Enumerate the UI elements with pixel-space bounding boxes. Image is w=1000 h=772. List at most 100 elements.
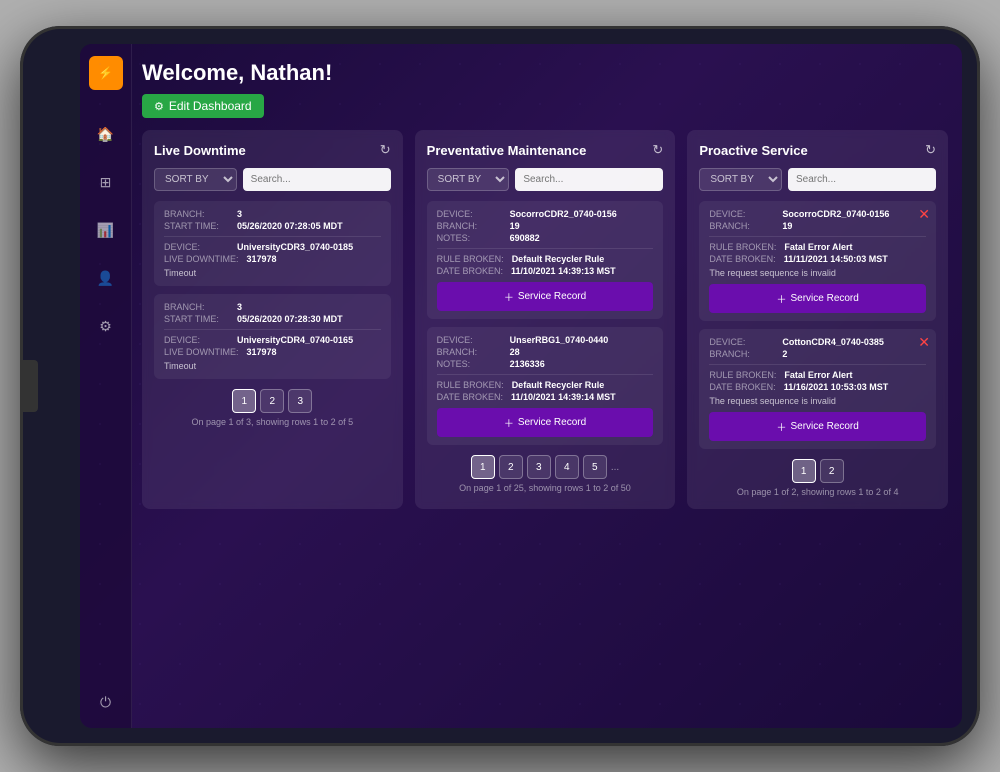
pm-record-2: DEVICE: UnserRBG1_0740-0440 BRANCH: 28 N… [427, 327, 664, 445]
ps-refresh-icon[interactable]: ↻ [925, 142, 936, 158]
live-downtime-panel: Live Downtime ↻ SORT BY BRANCH: 3 [142, 130, 403, 509]
pm-refresh-icon[interactable]: ↻ [652, 142, 663, 158]
ps-plus-icon-1: ＋ [776, 291, 786, 306]
pm-device-label-2: DEVICE: [437, 335, 502, 345]
dashboard-grid: Live Downtime ↻ SORT BY BRANCH: 3 [142, 130, 948, 509]
app-logo: ⚡ [89, 56, 123, 90]
ps-filter-row: SORT BY [699, 168, 936, 191]
live-downtime-refresh-icon[interactable]: ↻ [380, 142, 391, 158]
pm-page-btn-1[interactable]: 1 [471, 455, 495, 479]
pm-page-btn-2[interactable]: 2 [499, 455, 523, 479]
pm-service-btn-2[interactable]: ＋ Service Record [437, 408, 654, 437]
start-time-label-1: START TIME: [164, 221, 229, 231]
pm-search-input[interactable] [515, 168, 663, 191]
pm-date-label-2: DATE BROKEN: [437, 392, 503, 402]
device-label-1: DEVICE: [164, 242, 229, 252]
ps-sort-select[interactable]: SORT BY [699, 168, 782, 191]
live-downtime-value-2: 317978 [247, 347, 277, 357]
pm-notes-label-1: NOTES: [437, 233, 502, 243]
page-btn-1[interactable]: 1 [232, 389, 256, 413]
ps-record-1: ✕ DEVICE: SocorroCDR2_0740-0156 BRANCH: … [699, 201, 936, 321]
power-button[interactable] [20, 360, 38, 412]
pm-date-value-1: 11/10/2021 14:39:13 MST [511, 266, 616, 276]
live-downtime-page-info: On page 1 of 3, showing rows 1 to 2 of 5 [154, 417, 391, 427]
device-label-2: DEVICE: [164, 335, 229, 345]
live-downtime-pagination: 1 2 3 [154, 389, 391, 413]
ps-date-value-2: 11/16/2021 10:53:03 MST [784, 382, 889, 392]
pm-page-btn-3[interactable]: 3 [527, 455, 551, 479]
ps-date-value-1: 11/11/2021 14:50:03 MST [784, 254, 888, 264]
pm-branch-value-2: 28 [510, 347, 520, 357]
pm-rule-value-2: Default Recycler Rule [512, 380, 605, 390]
tablet-screen: ⚡ 🏠 ⊞ 📊 👤 ⚙ ⏻ Welcome, Nathan! Edit Dash… [80, 44, 962, 728]
ps-device-label-1: DEVICE: [709, 209, 774, 219]
sidebar: ⚡ 🏠 ⊞ 📊 👤 ⚙ ⏻ [80, 44, 132, 728]
pm-notes-label-2: NOTES: [437, 359, 502, 369]
pm-page-btn-4[interactable]: 4 [555, 455, 579, 479]
live-downtime-sort-select[interactable]: SORT BY [154, 168, 237, 191]
start-time-value-2: 05/26/2020 07:28:30 MDT [237, 314, 343, 324]
sidebar-item-grid[interactable]: ⊞ [92, 168, 120, 196]
ps-close-icon-2[interactable]: ✕ [918, 335, 930, 349]
start-time-value-1: 05/26/2020 07:28:05 MDT [237, 221, 343, 231]
branch-value-1: 3 [237, 209, 242, 219]
live-downtime-value-1: 317978 [247, 254, 277, 264]
ps-date-label-2: DATE BROKEN: [709, 382, 775, 392]
sidebar-item-user[interactable]: 👤 [92, 264, 120, 292]
ps-branch-value-2: 2 [782, 349, 787, 359]
live-downtime-search-input[interactable] [243, 168, 391, 191]
live-downtime-record-1: BRANCH: 3 START TIME: 05/26/2020 07:28:0… [154, 201, 391, 286]
pm-title: Preventative Maintenance [427, 143, 587, 158]
branch-label-1: BRANCH: [164, 209, 229, 219]
tablet-frame: ⚡ 🏠 ⊞ 📊 👤 ⚙ ⏻ Welcome, Nathan! Edit Dash… [20, 26, 980, 746]
ps-service-btn-2[interactable]: ＋ Service Record [709, 412, 926, 441]
pm-device-value-1: SocorroCDR2_0740-0156 [510, 209, 617, 219]
device-value-1: UniversityCDR3_0740-0185 [237, 242, 353, 252]
live-downtime-label-1: LIVE DOWNTIME: [164, 254, 239, 264]
pm-header: Preventative Maintenance ↻ [427, 142, 664, 158]
plus-icon-1: ＋ [504, 289, 514, 304]
ps-search-input[interactable] [788, 168, 936, 191]
sidebar-item-dashboard[interactable]: 🏠 [92, 120, 120, 148]
ps-plus-icon-2: ＋ [776, 419, 786, 434]
pm-rule-value-1: Default Recycler Rule [512, 254, 605, 264]
page-btn-2[interactable]: 2 [260, 389, 284, 413]
ps-date-label-1: DATE BROKEN: [709, 254, 775, 264]
ps-service-btn-1[interactable]: ＋ Service Record [709, 284, 926, 313]
timeout-text-2: Timeout [164, 361, 381, 371]
ps-page-btn-1[interactable]: 1 [792, 459, 816, 483]
pm-page-dots: ... [611, 462, 619, 473]
preventative-maintenance-panel: Preventative Maintenance ↻ SORT BY DEVIC… [415, 130, 676, 509]
ps-title: Proactive Service [699, 143, 807, 158]
sidebar-item-analytics[interactable]: 📊 [92, 216, 120, 244]
proactive-service-panel: Proactive Service ↻ SORT BY ✕ DEVICE: [687, 130, 948, 509]
branch-value-2: 3 [237, 302, 242, 312]
ps-page-btn-2[interactable]: 2 [820, 459, 844, 483]
pm-sort-select[interactable]: SORT BY [427, 168, 510, 191]
timeout-text-1: Timeout [164, 268, 381, 278]
device-value-2: UniversityCDR4_0740-0165 [237, 335, 353, 345]
edit-dashboard-button[interactable]: Edit Dashboard [142, 94, 264, 118]
ps-note-1: The request sequence is invalid [709, 268, 926, 278]
ps-close-icon-1[interactable]: ✕ [918, 207, 930, 221]
live-downtime-title: Live Downtime [154, 143, 246, 158]
pm-device-label-1: DEVICE: [437, 209, 502, 219]
ps-branch-label-2: BRANCH: [709, 349, 774, 359]
ps-pagination: 1 2 [699, 459, 936, 483]
pm-date-value-2: 11/10/2021 14:39:14 MST [511, 392, 616, 402]
pm-branch-value-1: 19 [510, 221, 520, 231]
sidebar-item-power[interactable]: ⏻ [92, 688, 120, 716]
pm-notes-value-1: 690882 [510, 233, 540, 243]
ps-record-2: ✕ DEVICE: CottonCDR4_0740-0385 BRANCH: 2… [699, 329, 936, 449]
pm-record-1: DEVICE: SocorroCDR2_0740-0156 BRANCH: 19… [427, 201, 664, 319]
pm-page-btn-5[interactable]: 5 [583, 455, 607, 479]
pm-date-label-1: DATE BROKEN: [437, 266, 503, 276]
ps-rule-label-2: RULE BROKEN: [709, 370, 776, 380]
live-downtime-header: Live Downtime ↻ [154, 142, 391, 158]
sidebar-item-settings[interactable]: ⚙ [92, 312, 120, 340]
page-btn-3[interactable]: 3 [288, 389, 312, 413]
ps-device-label-2: DEVICE: [709, 337, 774, 347]
start-time-label-2: START TIME: [164, 314, 229, 324]
pm-service-btn-1[interactable]: ＋ Service Record [437, 282, 654, 311]
ps-header: Proactive Service ↻ [699, 142, 936, 158]
